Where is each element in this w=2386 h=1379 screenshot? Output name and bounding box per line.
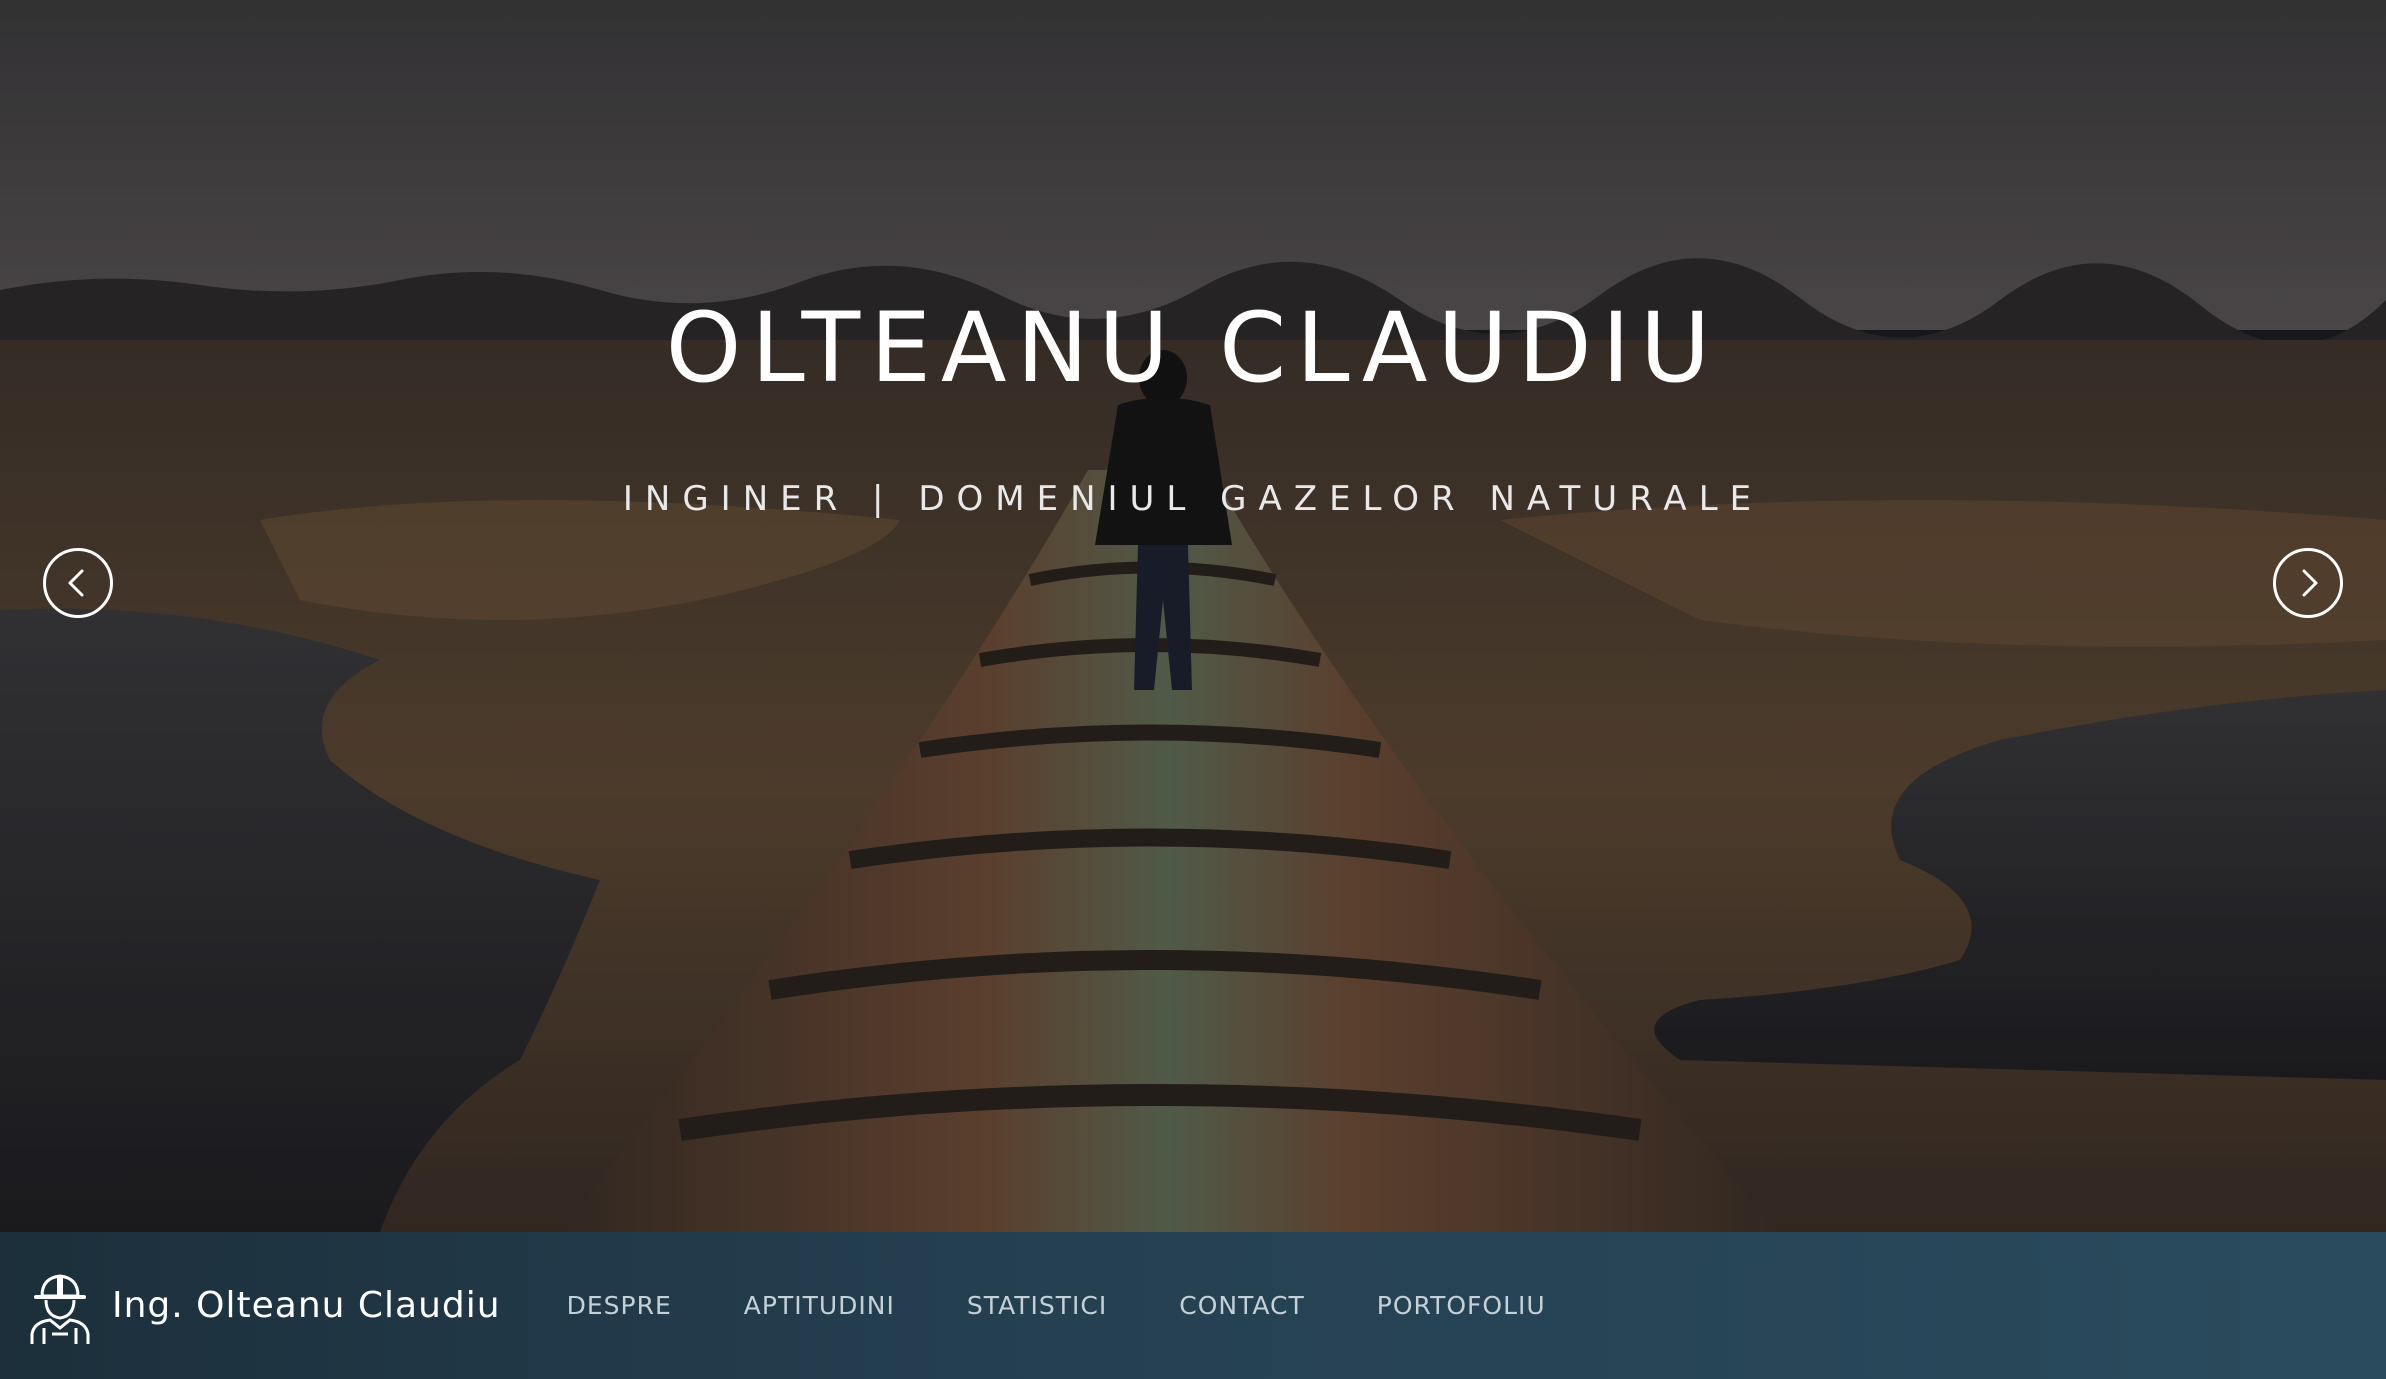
hero-title: OLTEANU CLAUDIU (665, 292, 1721, 404)
main-navbar: Ing. Olteanu Claudiu DESPRE APTITUDINI S… (0, 1232, 2386, 1379)
brand-name: Ing. Olteanu Claudiu (112, 1285, 501, 1326)
nav-links: DESPRE APTITUDINI STATISTICI CONTACT POR… (567, 1232, 1618, 1379)
brand[interactable]: Ing. Olteanu Claudiu (24, 1232, 501, 1379)
hero-subtitle: INGINER | DOMENIUL GAZELOR NATURALE (622, 479, 1764, 519)
nav-link-contact[interactable]: CONTACT (1179, 1291, 1305, 1320)
chevron-right-icon (2302, 569, 2318, 597)
hero-slider: OLTEANU CLAUDIU INGINER | DOMENIUL GAZEL… (0, 0, 2386, 1232)
nav-link-despre[interactable]: DESPRE (567, 1291, 672, 1320)
nav-link-portofoliu[interactable]: PORTOFOLIU (1377, 1291, 1546, 1320)
carousel-prev-button[interactable] (43, 548, 113, 618)
carousel-next-button[interactable] (2273, 548, 2343, 618)
chevron-left-icon (68, 569, 84, 597)
engineer-helmet-icon (24, 1266, 96, 1346)
nav-link-statistici[interactable]: STATISTICI (967, 1291, 1107, 1320)
hero-overlay (0, 0, 2386, 1232)
nav-link-aptitudini[interactable]: APTITUDINI (744, 1291, 895, 1320)
